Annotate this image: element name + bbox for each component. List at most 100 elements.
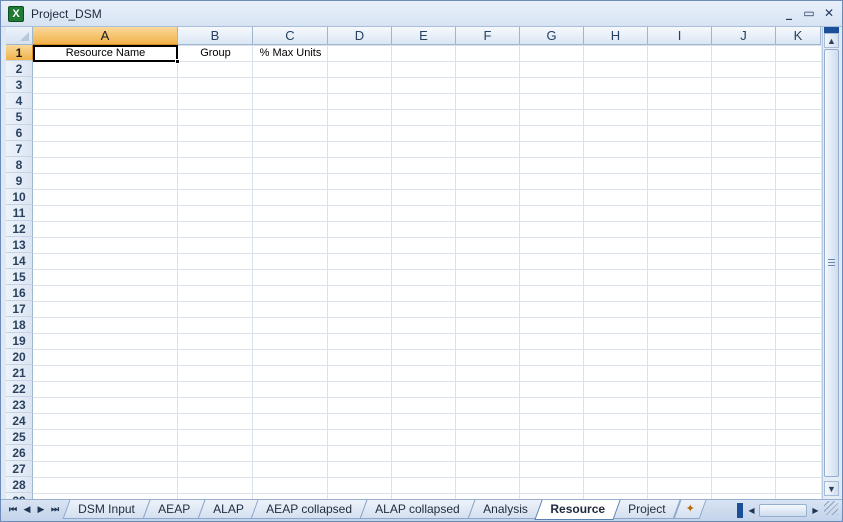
row-header-10[interactable]: 10 — [6, 189, 33, 205]
sheet-tab-project[interactable]: Project — [612, 500, 681, 519]
sheet-tab-resource[interactable]: Resource — [534, 500, 621, 520]
cell-a1[interactable]: Resource Name — [33, 45, 178, 61]
cell-b1[interactable]: Group — [178, 45, 253, 61]
row-header-17[interactable]: 17 — [6, 301, 33, 317]
gridline — [583, 45, 584, 499]
minimize-button[interactable]: _ — [782, 5, 796, 21]
row-header-3[interactable]: 3 — [6, 77, 33, 93]
column-header-a[interactable]: A — [33, 27, 178, 45]
cell-area[interactable]: Resource Name Group % Max Units — [33, 45, 821, 499]
scroll-down-button[interactable]: ▼ — [824, 481, 839, 496]
window-controls: _ ▭ ✕ — [782, 5, 836, 21]
excel-window: X Project_DSM _ ▭ ✕ A B C D E F G H I J … — [0, 0, 843, 522]
vertical-scroll-thumb[interactable] — [824, 49, 839, 477]
column-header-j[interactable]: J — [712, 27, 776, 45]
row-header-1[interactable]: 1 — [6, 45, 33, 61]
column-header-k[interactable]: K — [776, 27, 821, 45]
row-header-19[interactable]: 19 — [6, 333, 33, 349]
sheet-tab-aeap[interactable]: AEAP — [142, 500, 206, 519]
row-header-26[interactable]: 26 — [6, 445, 33, 461]
select-all-button[interactable] — [6, 27, 33, 45]
gridline — [252, 45, 253, 499]
cell-c1[interactable]: % Max Units — [253, 45, 328, 61]
column-header-c[interactable]: C — [253, 27, 328, 45]
sheet-tab-analysis[interactable]: Analysis — [467, 500, 543, 519]
grip-icon — [828, 259, 835, 267]
last-sheet-button[interactable]: ⏭ — [49, 504, 61, 517]
gridline — [775, 45, 776, 499]
gridline — [647, 45, 648, 499]
column-header-h[interactable]: H — [584, 27, 648, 45]
row-header-8[interactable]: 8 — [6, 157, 33, 173]
gridline — [177, 45, 178, 499]
scroll-left-button[interactable]: ◀ — [745, 503, 758, 518]
horizontal-scrollbar[interactable]: ◀ ▶ — [737, 503, 823, 518]
row-header-16[interactable]: 16 — [6, 285, 33, 301]
row-header-25[interactable]: 25 — [6, 429, 33, 445]
row-header-11[interactable]: 11 — [6, 205, 33, 221]
sheet-tab-alap[interactable]: ALAP — [197, 500, 259, 519]
column-headers: A B C D E F G H I J K — [33, 27, 821, 45]
previous-sheet-button[interactable]: ◀ — [21, 504, 33, 517]
worksheet-grid: A B C D E F G H I J K 1 2 3 4 5 6 7 8 9 10 11 12 13 1… — [6, 27, 821, 499]
window-title: Project_DSM — [31, 7, 102, 21]
column-header-f[interactable]: F — [456, 27, 520, 45]
fill-handle[interactable] — [175, 59, 180, 64]
gridline — [519, 45, 520, 499]
horizontal-scroll-thumb[interactable] — [759, 504, 807, 517]
sheet-tab-aeap-collapsed[interactable]: AEAP collapsed — [250, 500, 368, 519]
title-bar[interactable]: X Project_DSM _ ▭ ✕ — [1, 1, 842, 27]
restore-button[interactable]: ▭ — [802, 5, 816, 21]
gridline — [711, 45, 712, 499]
gridline — [327, 45, 328, 499]
row-header-6[interactable]: 6 — [6, 125, 33, 141]
row-header-15[interactable]: 15 — [6, 269, 33, 285]
tab-label: AEAP — [157, 502, 190, 516]
row-header-23[interactable]: 23 — [6, 397, 33, 413]
next-sheet-button[interactable]: ▶ — [35, 504, 47, 517]
sheet-tab-bar: ⏮ ◀ ▶ ⏭ DSM Input AEAP ALAP AEAP collaps… — [1, 499, 842, 521]
tab-label: Resource — [550, 502, 606, 516]
row-header-12[interactable]: 12 — [6, 221, 33, 237]
row-header-7[interactable]: 7 — [6, 141, 33, 157]
column-header-b[interactable]: B — [178, 27, 253, 45]
row-header-13[interactable]: 13 — [6, 237, 33, 253]
column-header-i[interactable]: I — [648, 27, 712, 45]
row-header-18[interactable]: 18 — [6, 317, 33, 333]
sheet-navigation: ⏮ ◀ ▶ ⏭ — [7, 504, 61, 517]
row-header-4[interactable]: 4 — [6, 93, 33, 109]
column-header-e[interactable]: E — [392, 27, 456, 45]
row-header-9[interactable]: 9 — [6, 173, 33, 189]
first-sheet-button[interactable]: ⏮ — [7, 504, 19, 517]
scroll-right-button[interactable]: ▶ — [809, 503, 822, 518]
tab-label: ALAP — [212, 502, 244, 516]
tab-label: ALAP collapsed — [375, 502, 460, 516]
row-header-28[interactable]: 28 — [6, 477, 33, 493]
insert-sheet-button[interactable]: ✦ — [673, 500, 706, 519]
gridline — [391, 45, 392, 499]
row-header-27[interactable]: 27 — [6, 461, 33, 477]
tab-label: AEAP collapsed — [266, 502, 353, 516]
row-header-14[interactable]: 14 — [6, 253, 33, 269]
tab-label: DSM Input — [78, 502, 135, 516]
excel-icon: X — [8, 6, 24, 22]
resize-grip-icon[interactable] — [824, 501, 838, 515]
sheet-tab-dsm-input[interactable]: DSM Input — [62, 500, 151, 519]
tab-label: Analysis — [482, 502, 528, 516]
sheet-tabs: DSM Input AEAP ALAP AEAP collapsed ALAP … — [62, 500, 706, 520]
row-header-2[interactable]: 2 — [6, 61, 33, 77]
sheet-tab-alap-collapsed[interactable]: ALAP collapsed — [359, 500, 476, 519]
tab-split-handle[interactable] — [737, 503, 743, 518]
close-button[interactable]: ✕ — [822, 5, 836, 21]
scroll-up-button[interactable]: ▲ — [824, 33, 839, 48]
row-header-21[interactable]: 21 — [6, 365, 33, 381]
vertical-scrollbar[interactable]: ▲ ▼ — [822, 27, 839, 499]
row-header-5[interactable]: 5 — [6, 109, 33, 125]
gridline — [455, 45, 456, 499]
row-header-22[interactable]: 22 — [6, 381, 33, 397]
row-header-24[interactable]: 24 — [6, 413, 33, 429]
column-header-g[interactable]: G — [520, 27, 584, 45]
row-header-20[interactable]: 20 — [6, 349, 33, 365]
column-header-d[interactable]: D — [328, 27, 392, 45]
insert-sheet-icon: ✦ — [685, 503, 695, 515]
